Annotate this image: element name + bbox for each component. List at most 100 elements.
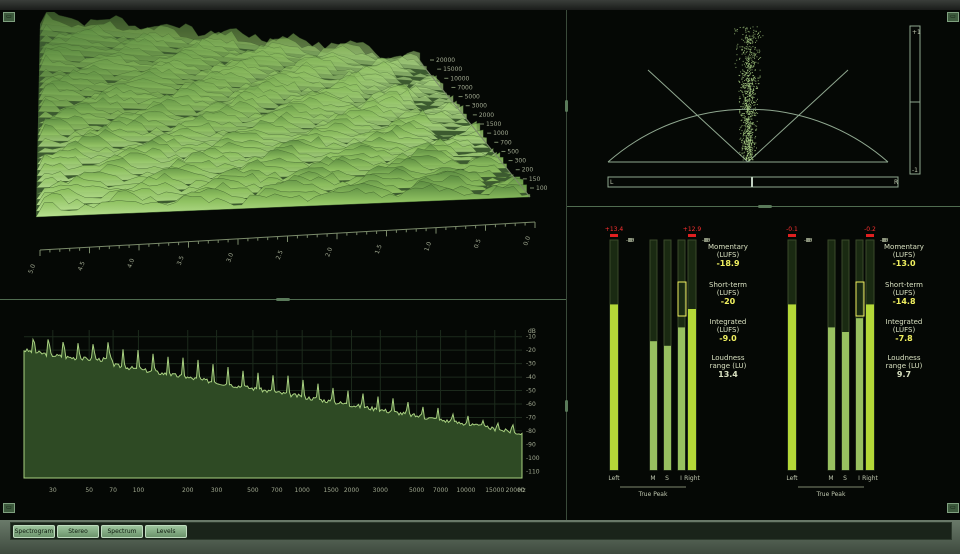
stereo-dot <box>752 66 754 68</box>
stereo-dot <box>745 125 746 127</box>
stereo-dot <box>743 152 745 154</box>
stereo-dot <box>757 98 758 100</box>
stereo-dot <box>755 112 757 114</box>
stereo-dot <box>739 127 741 129</box>
stereo-dot <box>751 53 752 55</box>
stereo-dot <box>744 107 746 109</box>
panel-corner-button-br[interactable]: ▭ <box>947 503 959 513</box>
stereo-dot <box>753 88 754 90</box>
stereo-dot <box>746 135 748 137</box>
stereo-dot <box>745 42 747 44</box>
freq-label: 500 <box>507 148 519 155</box>
tab-spectrogram[interactable]: Spectrogram <box>13 525 55 538</box>
stereo-dot <box>747 103 749 105</box>
readout-integrated: Integrated (LUFS) -9.0 <box>700 318 756 343</box>
stereo-dot <box>749 63 751 65</box>
stereo-dot <box>742 70 744 72</box>
tab-stereo[interactable]: Stereo <box>57 525 99 538</box>
stereo-dot <box>741 53 743 55</box>
panel-corner-button-bl[interactable]: ▭ <box>3 503 15 513</box>
stereo-dot <box>746 84 748 86</box>
stereo-dot <box>739 75 741 77</box>
tab-spectrum[interactable]: Spectrum <box>101 525 143 538</box>
vertical-divider[interactable] <box>566 10 567 520</box>
db-label: -90 <box>526 441 536 448</box>
stereo-dot <box>753 89 755 91</box>
db-label: -80 <box>526 428 536 435</box>
stereo-dot <box>739 98 741 99</box>
stereo-dot <box>755 129 756 131</box>
stereo-dot <box>738 90 740 92</box>
stereo-dot <box>741 147 743 149</box>
stereo-dot <box>745 126 747 128</box>
stereo-dot <box>749 155 751 157</box>
stereo-dot <box>749 154 751 155</box>
readout-label: Short-term (LUFS) <box>709 281 747 297</box>
stereo-dot <box>744 38 746 40</box>
stereo-dot <box>750 102 752 103</box>
stereo-dot <box>752 122 754 124</box>
hz-label: 300 <box>211 487 223 494</box>
hz-label: 700 <box>271 487 283 494</box>
stereo-dot <box>742 146 744 147</box>
stereo-dot <box>749 74 751 76</box>
stereo-dot <box>753 113 755 115</box>
readout-value: 9.7 <box>896 370 912 379</box>
stereo-dot <box>742 148 744 150</box>
stereo-dot <box>750 72 752 74</box>
stereo-dot <box>747 114 749 115</box>
stereo-dot <box>744 141 745 143</box>
stereo-dot <box>754 104 756 106</box>
stereo-dot <box>751 144 753 146</box>
stereo-dot <box>747 151 749 153</box>
readout-label: Loudness range (LU) <box>885 354 923 370</box>
stereo-dot <box>746 59 747 61</box>
stereo-dot <box>748 99 750 101</box>
readout-value: -9.0 <box>719 334 737 343</box>
stereo-dot <box>748 132 750 134</box>
db-label: -20 <box>526 347 536 354</box>
left-divider-handle[interactable] <box>276 298 290 301</box>
stereo-dot <box>741 84 743 86</box>
stereo-dot <box>756 26 758 28</box>
stereo-dot <box>748 85 750 87</box>
stereo-dot <box>744 75 746 77</box>
stereo-dot <box>742 52 744 54</box>
readout-value: -18.9 <box>716 259 740 268</box>
stereo-dot <box>752 141 754 143</box>
stereo-dot <box>751 128 753 130</box>
stereo-dot <box>749 35 751 37</box>
stereo-dot <box>752 131 754 133</box>
stereo-dot <box>753 108 755 110</box>
stereo-dot <box>745 132 747 134</box>
stereo-dot <box>757 80 759 82</box>
stereo-dot <box>747 137 748 139</box>
stereo-dot <box>747 66 749 68</box>
stereo-dot <box>750 123 752 125</box>
correlation-top: +1 <box>912 29 921 36</box>
stereo-dot <box>754 125 756 127</box>
stereo-dot <box>751 112 753 114</box>
meter-fill <box>650 341 657 470</box>
stereo-dot <box>745 72 747 74</box>
stereo-dot <box>742 34 744 35</box>
stereo-dot <box>753 123 755 125</box>
stereo-dot <box>741 139 743 141</box>
stereo-dot <box>749 71 750 72</box>
stereo-dot <box>750 105 752 107</box>
stereo-dot <box>744 113 745 114</box>
stereo-dot <box>747 94 749 95</box>
stereo-dot <box>741 79 743 81</box>
stereo-dot <box>745 30 747 32</box>
stereo-dot <box>741 46 743 48</box>
stereo-dot <box>744 128 746 130</box>
meter-channel-label: I <box>858 475 860 482</box>
tab-levels[interactable]: Levels <box>145 525 187 538</box>
stereo-dot <box>746 28 748 30</box>
stereo-dot <box>745 56 747 58</box>
stereo-dot <box>746 111 748 112</box>
stereo-dot <box>745 159 747 161</box>
stereo-dot <box>749 55 751 57</box>
readout-label: Momentary (LUFS) <box>708 243 748 259</box>
stereo-dot <box>748 40 750 42</box>
